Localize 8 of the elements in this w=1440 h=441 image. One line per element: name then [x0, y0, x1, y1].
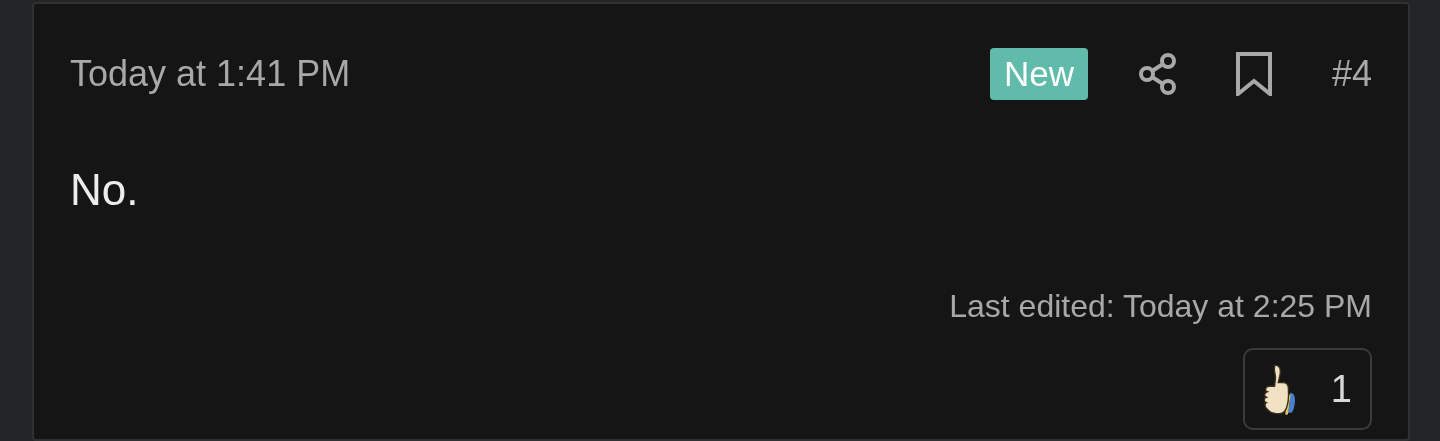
new-badge: New	[989, 48, 1088, 100]
last-edited-text: Last edited: Today at 2:25 PM	[949, 287, 1372, 326]
bookmark-icon[interactable]	[1235, 52, 1272, 96]
post-body: No.	[70, 164, 140, 216]
post-date[interactable]: Today at 1:41 PM	[70, 52, 351, 96]
share-icon[interactable]	[1137, 53, 1178, 95]
post-number[interactable]: #4	[1331, 52, 1372, 96]
reaction-button[interactable]: 1	[1242, 348, 1372, 430]
